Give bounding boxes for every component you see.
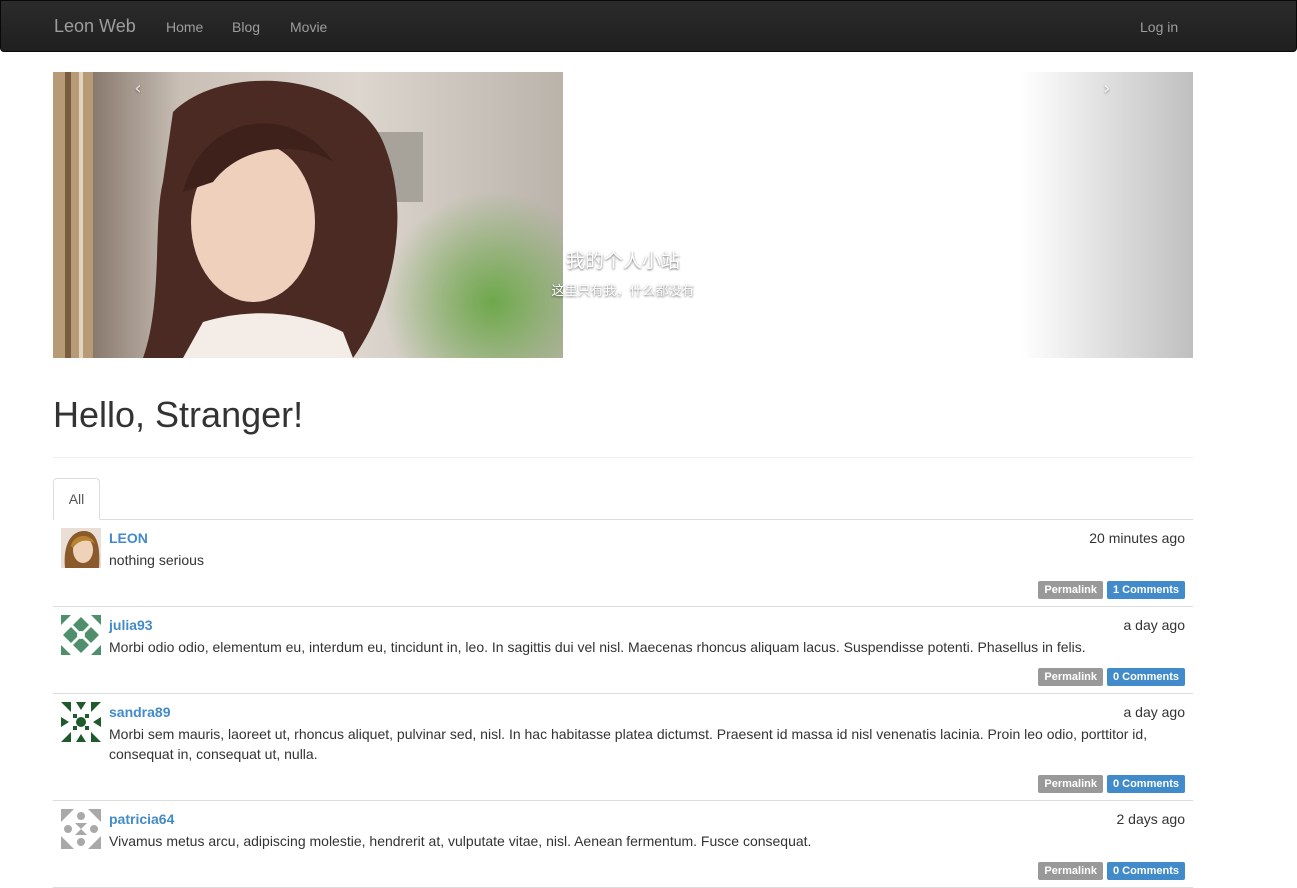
post-date: a day ago [1123, 617, 1186, 633]
post-author-link[interactable]: LEON [109, 530, 148, 546]
post-date: 2 days ago [1116, 811, 1186, 827]
permalink-button[interactable]: Permalink [1038, 862, 1103, 880]
post-actions: Permalink 0 Comments [1034, 775, 1185, 793]
post-body: Morbi sem mauris, laoreet ut, rhoncus al… [109, 726, 1148, 762]
post-item: julia93 a day ago Morbi odio odio, eleme… [53, 607, 1193, 694]
avatar[interactable] [61, 809, 101, 849]
post-author-link[interactable]: julia93 [109, 617, 153, 633]
avatar[interactable] [61, 702, 101, 742]
avatar[interactable] [61, 615, 101, 655]
tab-all[interactable]: All [53, 478, 100, 520]
post-actions: Permalink 0 Comments [1034, 668, 1185, 686]
post-author-link[interactable]: patricia64 [109, 811, 174, 827]
carousel-next-control[interactable]: › [1092, 78, 1122, 99]
post-actions: Permalink 1 Comments [1034, 581, 1185, 599]
comments-button[interactable]: 1 Comments [1106, 581, 1185, 599]
nav-movie-link[interactable]: Movie [290, 19, 327, 35]
carousel-next-shade [1020, 72, 1193, 358]
carousel-caption-subtitle: 这里只有我，什么都没有 [551, 283, 695, 298]
page-divider [53, 457, 1193, 458]
carousel-caption-title: 我的个人小站 [565, 251, 680, 272]
post-body: Vivamus metus arcu, adipiscing molestie,… [109, 833, 812, 849]
post-item: sandra89 a day ago Morbi sem mauris, lao… [53, 694, 1193, 801]
post-item: LEON 20 minutes ago nothing serious Perm… [53, 520, 1193, 607]
post-body: Morbi odio odio, elementum eu, interdum … [109, 639, 1086, 655]
permalink-button[interactable]: Permalink [1038, 581, 1103, 599]
post-author-link[interactable]: sandra89 [109, 704, 170, 720]
nav-blog-link[interactable]: Blog [232, 19, 260, 35]
top-navbar: Leon Web Home Blog Movie Log in [0, 0, 1297, 52]
avatar[interactable] [61, 528, 101, 568]
post-body: nothing serious [109, 552, 204, 568]
page-title: Hello, Stranger! [53, 394, 304, 435]
brand-link[interactable]: Leon Web [54, 16, 136, 37]
comments-button[interactable]: 0 Comments [1106, 775, 1185, 793]
post-date: a day ago [1123, 704, 1186, 720]
post-actions: Permalink 0 Comments [1034, 862, 1185, 880]
nav-home-link[interactable]: Home [166, 19, 203, 35]
login-link[interactable]: Log in [1140, 19, 1178, 35]
comments-button[interactable]: 0 Comments [1106, 668, 1185, 686]
carousel-prev-control[interactable]: ‹ [123, 78, 153, 99]
comments-button[interactable]: 0 Comments [1106, 862, 1185, 880]
hero-carousel: ‹ › 我的个人小站 这里只有我，什么都没有 [53, 72, 1193, 358]
permalink-button[interactable]: Permalink [1038, 775, 1103, 793]
permalink-button[interactable]: Permalink [1038, 668, 1103, 686]
post-date: 20 minutes ago [1089, 530, 1185, 546]
carousel-slide-image [53, 72, 563, 358]
